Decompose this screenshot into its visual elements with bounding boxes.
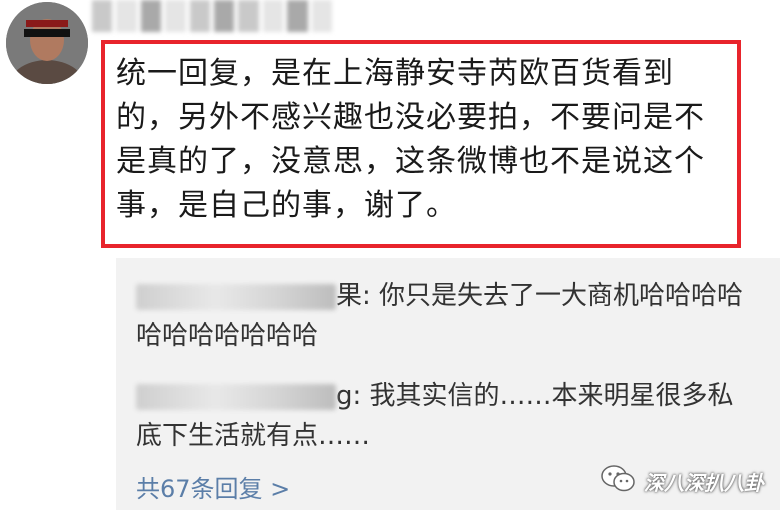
reply-item[interactable]: 果: 你只是失去了一大商机哈哈哈哈哈哈哈哈哈哈哈 [136, 276, 756, 356]
more-replies-link[interactable]: 共67条回复 > [136, 474, 290, 504]
avatar[interactable] [6, 2, 88, 84]
avatar-image [6, 2, 88, 84]
reply-username-blurred[interactable] [136, 383, 336, 410]
post-text: 统一回复，是在上海静安寺芮欧百货看到的，另外不感兴趣也没必要拍，不要问是不是真的… [116, 56, 705, 223]
reply-item[interactable]: g: 我其实信的……本来明星很多私底下生活就有点…… [136, 376, 756, 456]
reply-username-suffix[interactable]: g: [336, 381, 370, 411]
reply-username-suffix[interactable]: 果: [336, 281, 379, 311]
wechat-icon [600, 464, 636, 499]
watermark: 深八深扒八卦 [600, 464, 764, 499]
reply-username-blurred[interactable] [136, 283, 336, 310]
watermark-text: 深八深扒八卦 [644, 471, 764, 495]
username-blurred [92, 0, 333, 32]
